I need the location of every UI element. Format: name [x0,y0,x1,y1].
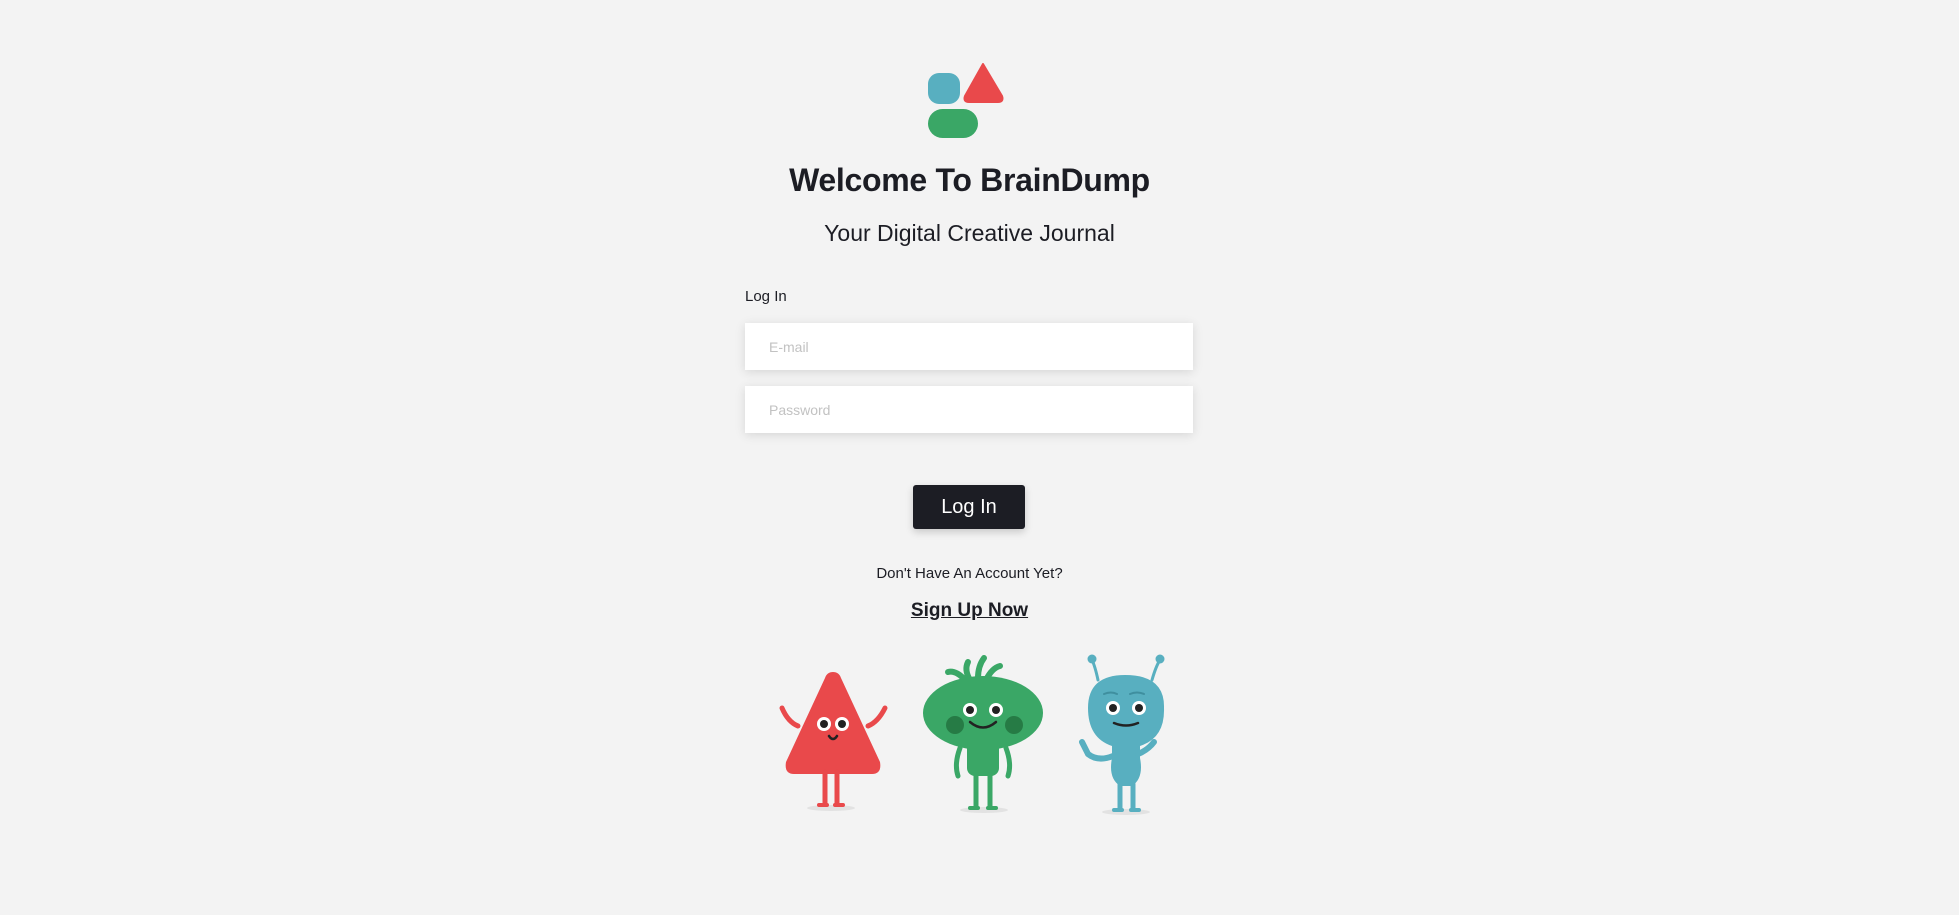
password-field[interactable] [745,386,1193,433]
green-blob-mascot-icon [923,655,1043,810]
teal-alien-mascot-icon [1079,654,1165,812]
mascots-illustration [779,654,1165,815]
login-button[interactable]: Log In [913,485,1025,529]
no-account-prompt: Don't Have An Account Yet? [876,565,1063,582]
login-section-label: Log In [745,288,787,305]
signup-link-wrapper: Sign Up Now [0,600,1939,622]
signup-link[interactable]: Sign Up Now [911,600,1028,621]
braindump-logo-icon [928,63,1004,138]
page-title: Welcome To BrainDump [789,162,1150,198]
red-triangle-mascot-icon [779,672,888,807]
page-subtitle: Your Digital Creative Journal [824,220,1115,246]
email-field[interactable] [745,323,1193,370]
